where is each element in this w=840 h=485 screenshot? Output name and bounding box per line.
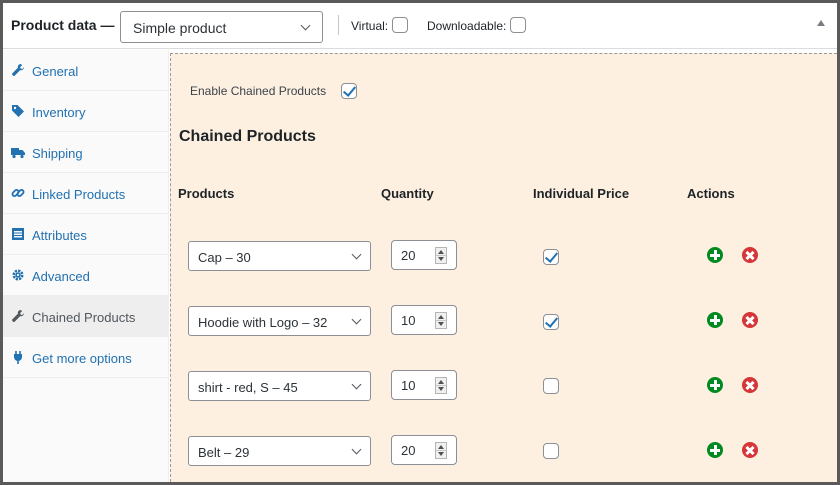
- tab-get-more-options[interactable]: Get more options: [3, 337, 169, 378]
- chevron-down-icon: [351, 249, 362, 260]
- product-type-select[interactable]: Simple product: [120, 11, 323, 43]
- header-divider: [338, 15, 339, 35]
- column-header-individual-price: Individual Price: [533, 186, 630, 201]
- spinner-divider: [436, 385, 446, 386]
- quantity-value: 10: [401, 378, 416, 393]
- product-select-value: Cap – 30: [198, 250, 251, 265]
- quantity-input[interactable]: 20: [391, 240, 457, 270]
- product-data-header: Product data — Simple product Virtual: D…: [3, 3, 837, 49]
- product-select[interactable]: Hoodie with Logo – 32: [188, 306, 371, 336]
- enable-chained-products-checkbox[interactable]: [341, 83, 357, 99]
- chevron-down-icon: [351, 314, 362, 325]
- remove-row-icon[interactable]: [742, 247, 758, 263]
- column-header-products: Products: [178, 186, 235, 201]
- tab-chained-products[interactable]: Chained Products: [3, 296, 169, 337]
- tab-advanced[interactable]: Advanced: [3, 255, 169, 296]
- quantity-input[interactable]: 10: [391, 305, 457, 335]
- spinner-down-icon[interactable]: [438, 452, 444, 456]
- tab-label: Advanced: [32, 269, 90, 284]
- spinner-divider: [436, 255, 446, 256]
- enable-chained-products-label: Enable Chained Products: [190, 84, 327, 98]
- add-row-icon[interactable]: [707, 312, 723, 328]
- tab-linked-products[interactable]: Linked Products: [3, 173, 169, 214]
- product-data-tabs: General Inventory Shipping Linked Produc…: [3, 50, 169, 482]
- product-select-value: Belt – 29: [198, 445, 250, 460]
- spinner-up-icon[interactable]: [438, 445, 444, 449]
- product-select-value: Hoodie with Logo – 32: [198, 315, 328, 330]
- add-row-icon[interactable]: [707, 377, 723, 393]
- spinner-divider: [436, 320, 446, 321]
- spinner-divider: [436, 450, 446, 451]
- individual-price-checkbox[interactable]: [543, 378, 559, 394]
- add-row-icon[interactable]: [707, 442, 723, 458]
- link-icon: [11, 189, 25, 197]
- spinner-up-icon[interactable]: [438, 250, 444, 254]
- tab-label: Shipping: [32, 146, 83, 161]
- chevron-down-icon: [351, 379, 362, 390]
- quantity-input[interactable]: 10: [391, 370, 457, 400]
- tab-attributes[interactable]: Attributes: [3, 214, 169, 255]
- virtual-label: Virtual:: [351, 19, 389, 33]
- quantity-value: 10: [401, 313, 416, 328]
- quantity-spinner[interactable]: [435, 442, 447, 459]
- add-row-icon[interactable]: [707, 247, 723, 263]
- remove-row-icon[interactable]: [742, 377, 758, 393]
- remove-row-icon[interactable]: [742, 442, 758, 458]
- gear-icon: [12, 269, 24, 281]
- section-title: Chained Products: [179, 128, 316, 145]
- tab-inventory[interactable]: Inventory: [3, 91, 169, 132]
- quantity-value: 20: [401, 443, 416, 458]
- product-data-title-text: Product data: [11, 17, 97, 33]
- column-header-actions: Actions: [687, 186, 735, 201]
- tab-general[interactable]: General: [3, 50, 169, 91]
- product-data-title: Product data —: [11, 17, 114, 33]
- quantity-spinner[interactable]: [435, 247, 447, 264]
- remove-row-icon[interactable]: [742, 312, 758, 328]
- chevron-down-icon: [300, 20, 311, 31]
- tag-icon: [12, 105, 24, 117]
- column-header-quantity: Quantity: [381, 186, 434, 201]
- tab-shipping[interactable]: Shipping: [3, 132, 169, 173]
- spinner-down-icon[interactable]: [438, 257, 444, 261]
- triangle-up-icon[interactable]: [817, 20, 825, 26]
- tab-label: Attributes: [32, 228, 87, 243]
- product-select[interactable]: Cap – 30: [188, 241, 371, 271]
- chevron-down-icon: [351, 444, 362, 455]
- tab-label: Inventory: [32, 105, 86, 120]
- tab-label: Get more options: [32, 351, 132, 366]
- downloadable-label: Downloadable:: [427, 19, 507, 33]
- product-select[interactable]: shirt - red, S – 45: [188, 371, 371, 401]
- wrench-icon: [12, 310, 25, 322]
- quantity-spinner[interactable]: [435, 312, 447, 329]
- spinner-down-icon[interactable]: [438, 387, 444, 391]
- truck-icon: [11, 148, 25, 159]
- list-icon: [12, 228, 24, 240]
- plugin-icon: [14, 351, 22, 364]
- product-select[interactable]: Belt – 29: [188, 436, 371, 466]
- downloadable-checkbox[interactable]: [510, 17, 526, 33]
- product-select-value: shirt - red, S – 45: [198, 380, 298, 395]
- chained-products-panel: Enable Chained Products Chained Products…: [170, 53, 837, 482]
- tab-label: Chained Products: [32, 310, 136, 325]
- spinner-down-icon[interactable]: [438, 322, 444, 326]
- title-dash: —: [100, 17, 115, 33]
- individual-price-checkbox[interactable]: [543, 314, 559, 330]
- tab-label: Linked Products: [32, 187, 126, 202]
- quantity-value: 20: [401, 248, 416, 263]
- individual-price-checkbox[interactable]: [543, 249, 559, 265]
- spinner-up-icon[interactable]: [438, 315, 444, 319]
- product-data-metabox: Product data — Simple product Virtual: D…: [3, 3, 837, 482]
- spinner-up-icon[interactable]: [438, 380, 444, 384]
- individual-price-checkbox[interactable]: [543, 443, 559, 459]
- tab-label: General: [32, 64, 79, 79]
- product-type-value: Simple product: [133, 20, 227, 36]
- quantity-spinner[interactable]: [435, 377, 447, 394]
- virtual-checkbox[interactable]: [392, 17, 408, 33]
- quantity-input[interactable]: 20: [391, 435, 457, 465]
- wrench-icon: [12, 63, 25, 76]
